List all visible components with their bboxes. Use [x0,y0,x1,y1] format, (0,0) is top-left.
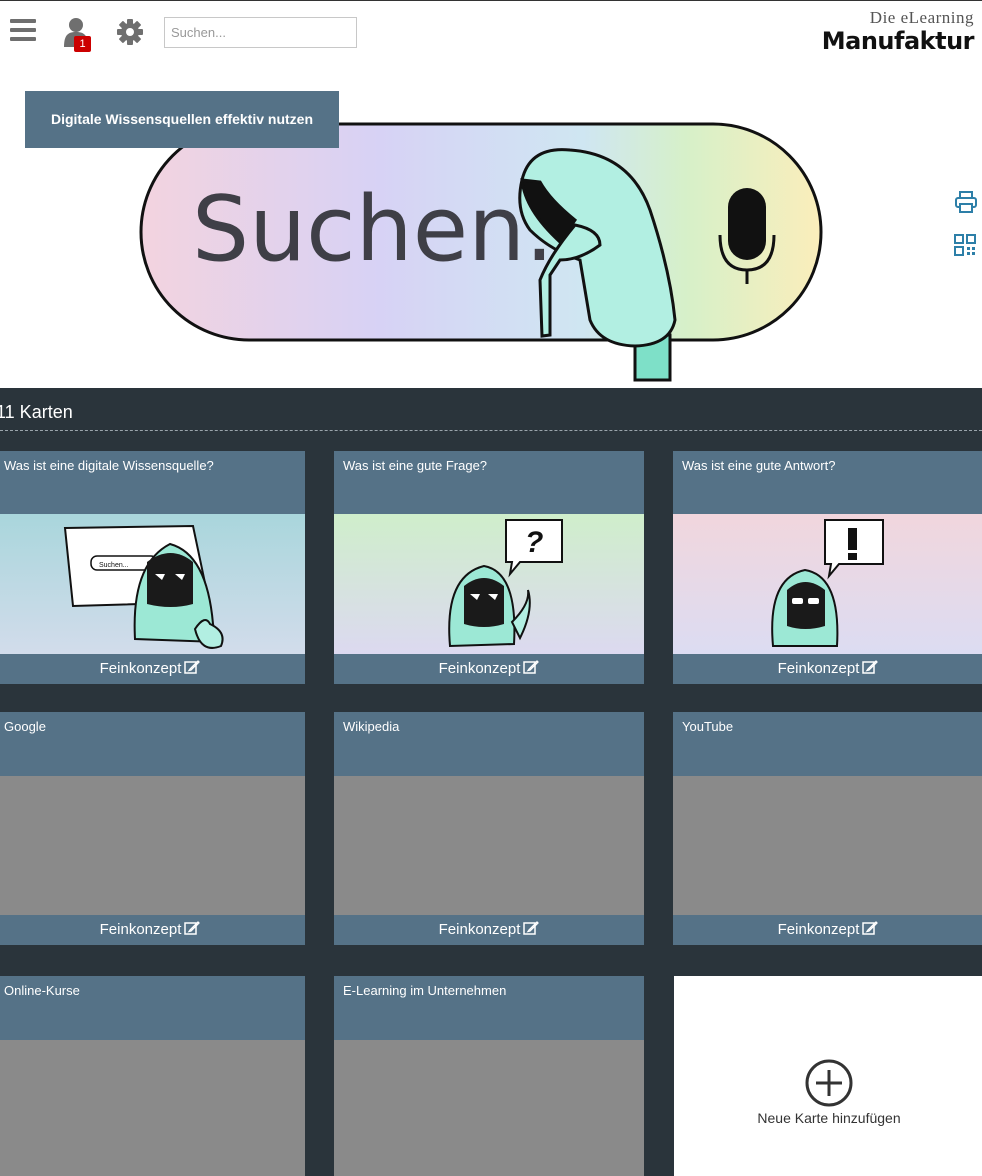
card-footer[interactable]: Feinkonzept [334,915,644,945]
edit-icon [184,921,201,935]
card-footer[interactable]: Feinkonzept [673,915,982,945]
card-footer[interactable]: Feinkonzept [0,915,305,945]
logo: Die eLearning Manufaktur [821,8,975,56]
card[interactable]: Was ist eine gute Antwort? Feinkonzept [673,451,982,684]
hero-illustration: Suchen... [139,122,823,382]
side-tools [954,190,982,278]
card-illustration: Suchen... [0,514,305,654]
edit-icon [523,660,540,674]
card-title: Google [0,712,305,776]
feinkonzept-label: Feinkonzept [438,660,521,677]
card-title: Was ist eine gute Antwort? [673,451,982,515]
add-circle-icon [805,1059,853,1107]
feinkonzept-label: Feinkonzept [777,921,860,938]
svg-text:Suchen...: Suchen... [99,562,129,569]
card[interactable]: YouTube Feinkonzept [673,712,982,945]
edit-icon [184,660,201,674]
page-title: Digitale Wissensquellen effektiv nutzen [25,91,339,148]
card[interactable]: E-Learning im Unternehmen [334,976,644,1176]
feinkonzept-label: Feinkonzept [99,660,182,677]
card[interactable]: Google Feinkonzept [0,712,305,945]
feinkonzept-label: Feinkonzept [99,921,182,938]
feinkonzept-label: Feinkonzept [777,660,860,677]
edit-icon [862,660,879,674]
card[interactable]: Was ist eine digitale Wissensquelle? Suc… [0,451,305,684]
card-footer[interactable]: Feinkonzept [334,654,644,684]
feinkonzept-label: Feinkonzept [438,921,521,938]
section-divider [0,430,982,431]
top-bar: 1 Die eLearning Manufaktur [0,0,982,61]
svg-text:?: ? [525,526,543,559]
card-title: YouTube [673,712,982,776]
card[interactable]: Online-Kurse [0,976,305,1176]
card-footer[interactable]: Feinkonzept [673,654,982,684]
user-icon[interactable]: 1 [64,17,94,53]
card[interactable]: Was ist eine gute Frage? ? Feinkonzept [334,451,644,684]
card-illustration: ? [334,514,644,654]
notification-badge: 1 [74,36,91,52]
card[interactable]: Wikipedia Feinkonzept [334,712,644,945]
edit-icon [523,921,540,935]
card-footer[interactable]: Feinkonzept [0,654,305,684]
card-title: Wikipedia [334,712,644,776]
card-title: Was ist eine gute Frage? [334,451,644,515]
card-illustration [673,514,982,654]
hero-section: Digitale Wissensquellen effektiv nutzen … [0,60,982,388]
logo-small-text: Die eLearning [869,8,974,27]
search-input[interactable] [164,17,357,48]
card-title: Online-Kurse [0,976,305,1040]
card-title: Was ist eine digitale Wissensquelle? [0,451,305,515]
print-icon[interactable] [954,190,982,230]
edit-icon [862,921,879,935]
menu-icon[interactable] [10,19,36,41]
logo-big-text: Manufaktur [821,27,975,55]
card-title: E-Learning im Unternehmen [334,976,644,1040]
add-card-label: Neue Karte hinzufügen [757,1110,901,1126]
qr-code-icon[interactable] [954,234,982,274]
add-card-button[interactable]: Neue Karte hinzufügen [674,976,982,1176]
card-count: 11 Karten [0,402,73,422]
cards-section: 11 Karten Was ist eine digitale Wissensq… [0,388,982,1176]
gear-icon[interactable] [116,18,144,46]
